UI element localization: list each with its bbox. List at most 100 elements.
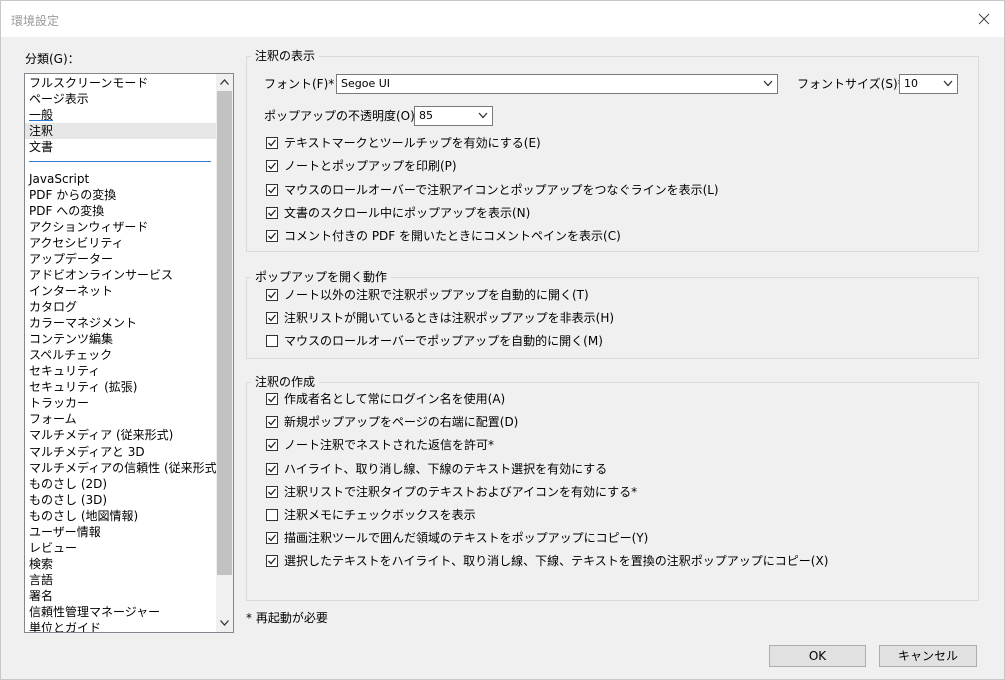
category-item[interactable]: ものさし (3D)	[25, 492, 221, 508]
ok-button[interactable]: OK	[769, 645, 866, 667]
checkmark-icon	[268, 139, 276, 147]
checkbox-unchecked[interactable]	[266, 509, 278, 521]
checkmark-icon	[268, 488, 276, 496]
category-item[interactable]: ページ表示	[25, 91, 221, 107]
checkbox-checked[interactable]	[266, 439, 278, 452]
category-separator	[29, 161, 211, 162]
checkbox-checked[interactable]	[266, 137, 278, 149]
category-item[interactable]: 信頼性管理マネージャー	[25, 604, 221, 620]
opacity-select[interactable]: 85	[414, 106, 493, 126]
checkbox-checked[interactable]	[266, 555, 278, 568]
category-item[interactable]: インターネット	[25, 283, 221, 299]
checkbox-label: マウスのロールオーバーで注釈アイコンとポップアップをつなぐラインを表示(L)	[284, 182, 719, 197]
scroll-down-button[interactable]	[216, 615, 233, 632]
category-item[interactable]: セキュリティ (拡張)	[25, 379, 221, 395]
opacity-value: 85	[419, 109, 433, 122]
checkmark-icon	[268, 209, 276, 217]
category-item[interactable]: コンテンツ編集	[25, 331, 221, 347]
create-group-title: 注釈の作成	[251, 374, 320, 390]
checkbox-checked[interactable]	[266, 462, 278, 475]
checkmark-icon	[268, 162, 276, 170]
checkbox-checked[interactable]	[266, 416, 278, 429]
chevron-down-icon	[220, 620, 229, 626]
category-item[interactable]: アクセシビリティ	[25, 235, 221, 251]
checkbox-checked[interactable]	[266, 183, 278, 196]
font-size-label: フォントサイズ(S)*：	[797, 77, 916, 91]
checkbox-unchecked[interactable]	[266, 335, 278, 347]
checkmark-icon	[268, 557, 276, 565]
font-label: フォント(F)*：	[264, 77, 347, 91]
checkbox-label: 作成者名として常にログイン名を使用(A)	[284, 392, 506, 406]
display-group: 注釈の表示 フォント(F)*： Segoe UI フォントサイズ(S)*： 10…	[246, 48, 979, 252]
category-item[interactable]: フォーム	[25, 411, 221, 427]
restart-note: * 再起動が必要	[246, 611, 328, 625]
category-item[interactable]: スペルチェック	[25, 347, 221, 363]
checkbox-label: マウスのロールオーバーでポップアップを自動的に開く(M)	[284, 334, 603, 348]
category-item[interactable]: PDF への変換	[25, 203, 221, 219]
category-item[interactable]: JavaScript	[25, 171, 221, 187]
category-scrollbar[interactable]	[216, 74, 233, 632]
checkbox-checked[interactable]	[266, 532, 278, 545]
category-item[interactable]: PDF からの変換	[25, 187, 221, 203]
cancel-button[interactable]: キャンセル	[879, 645, 977, 667]
category-item[interactable]: カラーマネジメント	[25, 315, 221, 331]
checkmark-icon	[268, 232, 276, 240]
chevron-down-icon	[943, 80, 953, 87]
checkmark-icon	[268, 418, 276, 426]
checkbox-checked[interactable]	[266, 312, 278, 324]
checkbox-checked[interactable]	[266, 289, 278, 301]
category-item[interactable]: マルチメディア (従来形式)	[25, 427, 221, 443]
font-select[interactable]: Segoe UI	[336, 74, 778, 94]
popup-group-title: ポップアップを開く動作	[251, 269, 392, 285]
category-item[interactable]: セキュリティ	[25, 363, 221, 379]
scroll-up-button[interactable]	[216, 74, 233, 91]
category-item[interactable]: 注釈	[25, 123, 221, 139]
chevron-down-icon	[763, 80, 773, 87]
category-item[interactable]: ものさし (地図情報)	[25, 508, 221, 524]
chevron-up-icon	[220, 79, 229, 85]
category-item[interactable]: 単位とガイド	[25, 620, 221, 632]
category-item[interactable]: 文書	[25, 139, 221, 155]
checkbox-checked[interactable]	[266, 393, 278, 405]
category-item[interactable]: マルチメディアの信頼性 (従来形式)	[25, 460, 221, 476]
checkbox-label: コメント付きの PDF を開いたときにコメントペインを表示(C)	[284, 229, 621, 244]
checkbox-label: ノートとポップアップを印刷(P)	[284, 159, 457, 174]
category-item[interactable]: アドビオンラインサービス	[25, 267, 221, 283]
checkmark-icon	[268, 314, 276, 322]
category-item[interactable]: 一般	[25, 107, 221, 123]
font-select-value: Segoe UI	[341, 77, 391, 90]
checkbox-checked[interactable]	[266, 206, 278, 219]
checkbox-checked[interactable]	[266, 160, 278, 173]
category-item[interactable]: ユーザー情報	[25, 524, 221, 540]
category-item[interactable]: ものさし (2D)	[25, 476, 221, 492]
category-item[interactable]: フルスクリーンモード	[25, 75, 221, 91]
category-item[interactable]: 検索	[25, 556, 221, 572]
categories-label: 分類(G)：	[25, 52, 80, 66]
create-group: 注釈の作成 作成者名として常にログイン名を使用(A) 新規ポップアップをページの右…	[246, 374, 979, 601]
font-size-select[interactable]: 10	[899, 74, 958, 94]
category-list[interactable]: フルスクリーンモード ページ表示 一般 注釈 文書 JavaScript PDF からの変換…	[24, 73, 234, 633]
checkbox-label: ハイライト、取り消し線、下線のテキスト選択を有効にする	[284, 461, 608, 476]
window-title: 環境設定	[11, 14, 60, 28]
category-item[interactable]: アクションウィザード	[25, 219, 221, 235]
category-item[interactable]: 署名	[25, 588, 221, 604]
category-item[interactable]: マルチメディアと 3D	[25, 444, 221, 460]
checkbox-label: 選択したテキストをハイライト、取り消し線、下線、テキストを置換の注釈ポップアップ…	[284, 554, 829, 569]
category-item[interactable]: カタログ	[25, 299, 221, 315]
category-item[interactable]: レビュー	[25, 540, 221, 556]
category-item[interactable]: 言語	[25, 572, 221, 588]
checkmark-icon	[268, 186, 276, 194]
checkmark-icon	[268, 291, 276, 299]
preferences-dialog: 環境設定 分類(G)： フルスクリーンモード ページ表示 一般 注釈 文書 JavaScr…	[0, 0, 1005, 680]
checkmark-icon	[268, 465, 276, 473]
checkbox-checked[interactable]	[266, 230, 278, 243]
close-button[interactable]	[972, 7, 996, 31]
category-item[interactable]: トラッカー	[25, 395, 221, 411]
checkbox-label: 注釈メモにチェックボックスを表示	[284, 508, 476, 522]
category-item[interactable]: アップデーター	[25, 251, 221, 267]
checkbox-checked[interactable]	[266, 485, 278, 498]
display-group-title: 注釈の表示	[251, 48, 320, 64]
scroll-thumb[interactable]	[217, 91, 232, 575]
checkbox-label: 新規ポップアップをページの右端に配置(D)	[284, 415, 519, 430]
chevron-down-icon	[478, 112, 488, 119]
